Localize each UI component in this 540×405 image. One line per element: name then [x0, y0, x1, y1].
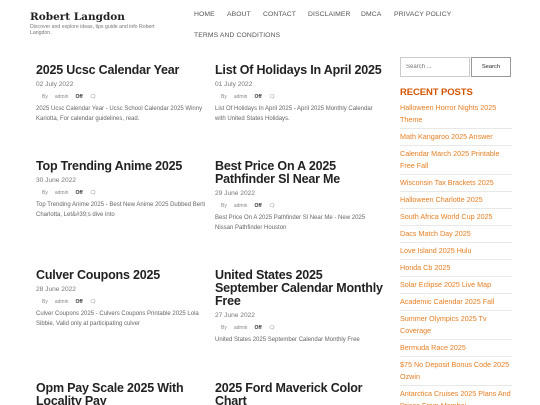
recent-post-link[interactable]: Honda Cb 2025 — [400, 260, 512, 277]
post-meta: By admin Off 🗨 — [42, 94, 206, 100]
recent-post-link[interactable]: Halloween Horror Nights 2025 Theme — [400, 100, 512, 129]
nav-privacy-policy[interactable]: PRIVACY POLICY — [394, 11, 451, 18]
search-button[interactable]: Search — [471, 57, 511, 77]
comments-status: Off — [75, 299, 83, 305]
site-title[interactable]: Robert Langdon — [30, 11, 125, 23]
post-date: 28 June 2022 — [36, 286, 76, 293]
comment-icon: 🗨 — [268, 94, 276, 100]
post-author[interactable]: admin — [234, 203, 248, 209]
nav-disclaimer[interactable]: DISCLAIMER — [308, 11, 351, 18]
post-card: United States 2025 September Calendar Mo… — [215, 269, 385, 345]
nav-dmca[interactable]: DMCA — [361, 11, 381, 18]
post-date: 01 July 2022 — [215, 81, 253, 88]
comment-icon: 🗨 — [89, 299, 97, 305]
post-meta: By admin Off 🗨 — [221, 203, 385, 209]
comments-status: Off — [254, 203, 262, 209]
nav-home[interactable]: HOME — [194, 11, 215, 18]
recent-post-link[interactable]: Halloween Charlotte 2025 — [400, 192, 512, 209]
author-icon: By — [42, 94, 48, 100]
recent-post-link[interactable]: Dacs Match Day 2025 — [400, 226, 512, 243]
post-excerpt: United States 2025 September Calendar Mo… — [215, 337, 360, 343]
recent-post-link[interactable]: Math Kangaroo 2025 Answer — [400, 129, 512, 146]
site-header: Robert Langdon Discover and explore idea… — [0, 0, 540, 50]
recent-post-link[interactable]: Calendar March 2025 Printable Free Fall — [400, 146, 512, 175]
post-meta: By admin Off 🗨 — [221, 94, 385, 100]
nav-about[interactable]: ABOUT — [227, 11, 251, 18]
comment-icon: 🗨 — [89, 94, 97, 100]
comments-status: Off — [254, 325, 262, 331]
comment-icon: 🗨 — [268, 203, 276, 209]
post-card: List Of Holidays In April 2025 01 July 2… — [215, 64, 385, 124]
post-card: 2025 Ucsc Calendar Year 02 July 2022 By … — [36, 64, 206, 124]
post-card: Culver Coupons 2025 28 June 2022 By admi… — [36, 269, 206, 329]
post-excerpt: Top Trending Anime 2025 - Best New Anime… — [36, 202, 206, 218]
author-icon: By — [42, 299, 48, 305]
post-excerpt: Culver Coupons 2025 - Culvers Coupons Pr… — [36, 311, 199, 327]
recent-posts-heading: RECENT POSTS — [400, 87, 473, 98]
comment-icon: 🗨 — [89, 190, 97, 196]
nav-terms-and-conditions[interactable]: TERMS AND CONDITIONS — [194, 32, 280, 39]
recent-post-link[interactable]: Wisconsin Tax Brackets 2025 — [400, 175, 512, 192]
post-title[interactable]: United States 2025 September Calendar Mo… — [215, 269, 385, 308]
post-meta: By admin Off 🗨 — [42, 299, 206, 305]
comments-status: Off — [75, 94, 83, 100]
post-excerpt: List Of Holidays In April 2025 - April 2… — [215, 106, 373, 122]
post-author[interactable]: admin — [234, 325, 248, 331]
post-title[interactable]: Opm Pay Scale 2025 With Locality Pay — [36, 382, 206, 405]
author-icon: By — [42, 190, 48, 196]
post-date: 29 June 2022 — [215, 190, 255, 197]
recent-post-link[interactable]: Solar Eclipse 2025 Live Map — [400, 277, 512, 294]
post-author[interactable]: admin — [55, 299, 69, 305]
recent-post-link[interactable]: Antarctica Cruises 2025 Plans And Prices… — [400, 386, 512, 405]
site-description: Discover and explore ideas, tips guide a… — [30, 24, 155, 36]
comments-status: Off — [254, 94, 262, 100]
post-title[interactable]: 2025 Ucsc Calendar Year — [36, 64, 206, 77]
recent-post-link[interactable]: Academic Calendar 2025 Fall — [400, 294, 512, 311]
comment-icon: 🗨 — [268, 325, 276, 331]
recent-posts-list: Halloween Horror Nights 2025 Theme Math … — [400, 100, 512, 405]
post-date: 02 July 2022 — [36, 81, 74, 88]
post-author[interactable]: admin — [234, 94, 248, 100]
recent-post-link[interactable]: $75 No Deposit Bonus Code 2025 Ozwin — [400, 357, 512, 386]
post-meta: By admin Off 🗨 — [42, 190, 206, 196]
author-icon: By — [221, 94, 227, 100]
comments-status: Off — [75, 190, 83, 196]
recent-post-link[interactable]: Love Island 2025 Hulu — [400, 243, 512, 260]
recent-post-link[interactable]: Bermuda Race 2025 — [400, 340, 512, 357]
recent-post-link[interactable]: South Africa World Cup 2025 — [400, 209, 512, 226]
post-meta: By admin Off 🗨 — [221, 325, 385, 331]
post-date: 27 June 2022 — [215, 312, 255, 319]
post-title[interactable]: 2025 Ford Maverick Color Chart — [215, 382, 385, 405]
post-card: 2025 Ford Maverick Color Chart — [215, 382, 385, 405]
post-author[interactable]: admin — [55, 94, 69, 100]
post-card: Top Trending Anime 2025 30 June 2022 By … — [36, 160, 206, 220]
post-title[interactable]: List Of Holidays In April 2025 — [215, 64, 385, 77]
recent-post-link[interactable]: Summer Olympics 2025 Tv Coverage — [400, 311, 512, 340]
post-card: Best Price On A 2025 Pathfinder Sl Near … — [215, 160, 385, 233]
post-card: Opm Pay Scale 2025 With Locality Pay — [36, 382, 206, 405]
nav-contact[interactable]: CONTACT — [263, 11, 296, 18]
post-author[interactable]: admin — [55, 190, 69, 196]
post-title[interactable]: Top Trending Anime 2025 — [36, 160, 206, 173]
author-icon: By — [221, 203, 227, 209]
post-excerpt: 2025 Ucsc Calendar Year - Ucsc School Ca… — [36, 106, 203, 122]
post-date: 30 June 2022 — [36, 177, 76, 184]
post-title[interactable]: Best Price On A 2025 Pathfinder Sl Near … — [215, 160, 385, 186]
author-icon: By — [221, 325, 227, 331]
post-title[interactable]: Culver Coupons 2025 — [36, 269, 206, 282]
search-input[interactable] — [400, 57, 470, 77]
post-excerpt: Best Price On A 2025 Pathfinder Sl Near … — [215, 215, 366, 231]
